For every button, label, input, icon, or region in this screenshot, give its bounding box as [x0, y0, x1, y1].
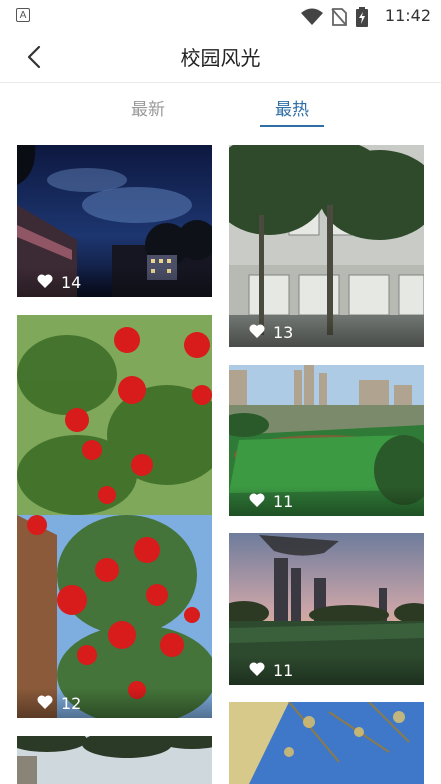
- no-sim-icon: [331, 8, 347, 26]
- like-count: 11: [273, 661, 294, 680]
- heart-icon[interactable]: [249, 492, 265, 508]
- app-bar: 校园风光: [0, 32, 441, 83]
- tab-hottest[interactable]: 最热: [275, 95, 309, 120]
- likes-bar: 11: [229, 655, 424, 685]
- status-icons: [301, 7, 369, 27]
- likes-bar: 12: [17, 688, 212, 718]
- photo-card[interactable]: 14: [17, 145, 212, 297]
- battery-charging-icon: [356, 7, 368, 27]
- heart-icon[interactable]: [249, 661, 265, 677]
- like-count: 13: [273, 323, 294, 342]
- photo-card[interactable]: 13: [229, 145, 424, 347]
- heart-icon[interactable]: [37, 273, 53, 289]
- photo-blue-court: [229, 702, 424, 784]
- photo-trees: [17, 736, 212, 784]
- page-title: 校园风光: [180, 46, 261, 70]
- photo-card[interactable]: [229, 702, 424, 784]
- likes-bar: 14: [17, 267, 212, 297]
- wifi-icon: [301, 8, 323, 25]
- like-count: 12: [61, 694, 82, 713]
- heart-icon[interactable]: [37, 694, 53, 710]
- like-count: 11: [273, 492, 294, 511]
- app-notification-icon: A: [16, 8, 30, 22]
- likes-bar: 11: [229, 486, 424, 516]
- photo-red-roses: [17, 315, 212, 718]
- active-tab-indicator: [260, 125, 324, 127]
- heart-icon[interactable]: [249, 323, 265, 339]
- photo-card[interactable]: [17, 736, 212, 784]
- status-time: 11:42: [384, 6, 431, 25]
- photo-card[interactable]: 12: [17, 315, 212, 718]
- tab-newest[interactable]: 最新: [131, 95, 165, 120]
- photo-card[interactable]: 11: [229, 533, 424, 685]
- tab-bar: 最新 最热: [0, 83, 441, 129]
- status-bar: A 11:42: [0, 0, 441, 32]
- likes-bar: 13: [229, 317, 424, 347]
- like-count: 14: [61, 273, 82, 292]
- photo-card[interactable]: 11: [229, 365, 424, 516]
